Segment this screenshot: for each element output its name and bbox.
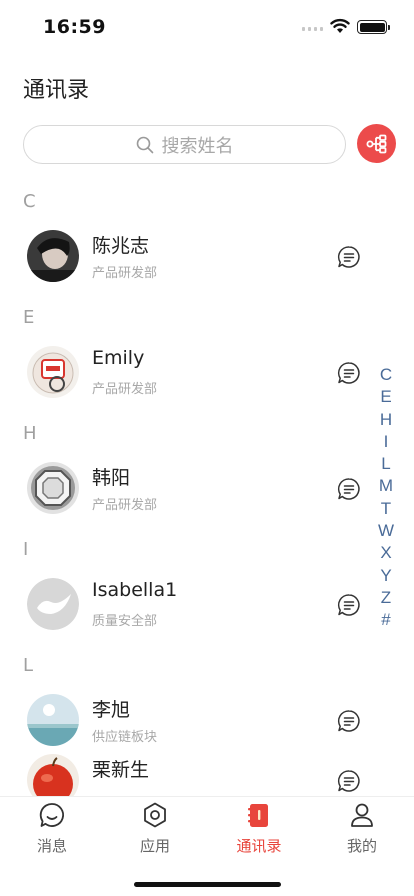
wifi-icon bbox=[330, 18, 350, 33]
contact-row[interactable]: 陈兆志 产品研发部 bbox=[0, 218, 414, 296]
section-header-c: C bbox=[23, 191, 36, 212]
chat-bubble-icon[interactable] bbox=[337, 477, 361, 501]
index-letter[interactable]: Y bbox=[380, 565, 391, 587]
person-icon bbox=[351, 803, 373, 827]
contact-name: 李旭 bbox=[92, 699, 131, 721]
tab-label: 消息 bbox=[36, 837, 67, 855]
hexagon-icon bbox=[144, 802, 166, 828]
tab-messages[interactable]: 消息 bbox=[17, 801, 87, 856]
chat-bubble-icon[interactable] bbox=[337, 245, 361, 269]
chat-bubble-icon[interactable] bbox=[337, 709, 361, 733]
index-letter[interactable]: # bbox=[381, 609, 390, 631]
message-icon bbox=[39, 803, 64, 827]
avatar bbox=[27, 694, 79, 746]
index-letter[interactable]: Z bbox=[381, 587, 391, 609]
contact-name: Emily bbox=[92, 347, 145, 369]
org-chart-button[interactable] bbox=[357, 124, 396, 163]
index-letter[interactable]: T bbox=[381, 498, 391, 520]
index-letter[interactable]: I bbox=[384, 431, 389, 453]
contact-row[interactable]: Isabella1 质量安全部 bbox=[0, 566, 414, 644]
status-time: 16:59 bbox=[43, 16, 106, 38]
alphabet-index[interactable]: C E H I L M T W X Y Z # bbox=[372, 364, 400, 632]
contact-name: 韩阳 bbox=[92, 467, 131, 489]
index-letter[interactable]: L bbox=[381, 453, 390, 475]
org-chart-icon bbox=[366, 134, 386, 153]
search-input[interactable]: 搜索姓名 bbox=[23, 125, 346, 164]
contact-list[interactable]: C 陈兆志 产品研发部 E Emily 产品研发部 H 韩阳 产品研发部 I I… bbox=[0, 180, 414, 796]
section-header-l: L bbox=[23, 655, 34, 676]
contact-department: 产品研发部 bbox=[92, 498, 158, 513]
chat-bubble-icon[interactable] bbox=[337, 593, 361, 617]
home-indicator bbox=[134, 882, 281, 887]
tab-label: 通讯录 bbox=[236, 837, 282, 855]
chat-bubble-icon[interactable] bbox=[337, 769, 361, 793]
contact-row[interactable]: 韩阳 产品研发部 bbox=[0, 450, 414, 528]
index-letter[interactable]: E bbox=[380, 386, 391, 408]
index-letter[interactable]: W bbox=[378, 520, 394, 542]
tab-apps[interactable]: 应用 bbox=[120, 801, 190, 856]
tab-label: 应用 bbox=[139, 837, 170, 855]
battery-icon bbox=[357, 20, 390, 34]
contact-department: 产品研发部 bbox=[92, 266, 158, 281]
search-placeholder: 搜索姓名 bbox=[161, 135, 234, 157]
section-header-h: H bbox=[23, 423, 37, 444]
avatar bbox=[27, 578, 79, 630]
tab-bar: 消息 应用 通讯录 我的 bbox=[0, 796, 414, 896]
page-title: 通讯录 bbox=[23, 78, 90, 103]
tab-me[interactable]: 我的 bbox=[327, 801, 397, 856]
contact-name: Isabella1 bbox=[92, 579, 178, 601]
index-letter[interactable]: X bbox=[380, 542, 391, 564]
search-icon bbox=[136, 136, 153, 153]
contact-department: 产品研发部 bbox=[92, 382, 158, 397]
avatar bbox=[27, 754, 79, 796]
contact-row[interactable]: 栗新生 bbox=[0, 742, 414, 796]
index-letter[interactable]: H bbox=[380, 409, 392, 431]
index-letter[interactable]: C bbox=[380, 364, 392, 386]
index-letter[interactable]: M bbox=[379, 475, 393, 497]
contact-name: 栗新生 bbox=[92, 759, 150, 781]
contact-row[interactable]: Emily 产品研发部 bbox=[0, 334, 414, 412]
avatar bbox=[27, 462, 79, 514]
tab-contacts[interactable]: 通讯录 bbox=[224, 801, 294, 856]
section-header-i: I bbox=[23, 539, 29, 560]
avatar bbox=[27, 230, 79, 282]
section-header-e: E bbox=[23, 307, 35, 328]
status-bar: 16:59 bbox=[0, 0, 414, 50]
chat-bubble-icon[interactable] bbox=[337, 361, 361, 385]
contact-name: 陈兆志 bbox=[92, 235, 150, 257]
tab-label: 我的 bbox=[346, 837, 377, 855]
cellular-signal-icon bbox=[302, 27, 323, 31]
contacts-book-icon bbox=[248, 804, 268, 827]
contact-department: 质量安全部 bbox=[92, 614, 158, 629]
avatar bbox=[27, 346, 79, 398]
